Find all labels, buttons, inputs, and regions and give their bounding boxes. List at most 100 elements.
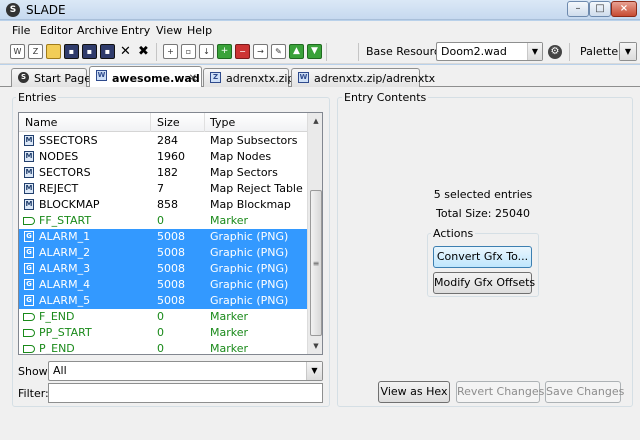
menu-editor[interactable]: Editor [40, 24, 73, 37]
import-files-icon[interactable]: + [217, 44, 232, 59]
new-wad-icon[interactable]: W [10, 44, 25, 59]
entry-row[interactable]: G ALARM_1 5008 Graphic (PNG) [19, 229, 307, 245]
entry-row[interactable]: M SSECTORS 284 Map Subsectors [19, 133, 307, 149]
revert-changes-button[interactable]: Revert Changes [456, 381, 544, 403]
graphic-icon: G [24, 263, 34, 274]
entry-size: 5008 [157, 262, 185, 275]
entries-list[interactable]: Name Size Type M SSECTORS 284 Map Subsector… [18, 112, 323, 355]
close-archive-icon[interactable]: ✕ [118, 44, 133, 59]
total-size-text: Total Size: 25040 [436, 207, 530, 220]
menu-view[interactable]: View [156, 24, 182, 37]
convert-gfx-button[interactable]: Convert Gfx To... [433, 246, 532, 268]
move-down-icon[interactable]: ▼ [307, 44, 322, 59]
maximize-button[interactable]: □ [589, 1, 611, 17]
menu-help[interactable]: Help [187, 24, 212, 37]
minimize-button[interactable]: – [567, 1, 589, 17]
new-entry-icon[interactable]: + [163, 44, 178, 59]
map-lump-icon: M [24, 135, 34, 146]
column-divider[interactable] [204, 113, 205, 132]
slade-logo-icon: S [6, 3, 20, 17]
entry-row[interactable]: G ALARM_5 5008 Graphic (PNG) [19, 293, 307, 309]
gear-icon[interactable]: ⚙ [548, 45, 562, 59]
entry-type: Map Subsectors [210, 134, 298, 147]
entry-size: 0 [157, 310, 164, 323]
entry-row[interactable]: G ALARM_2 5008 Graphic (PNG) [19, 245, 307, 261]
tab-start-page[interactable]: S Start Page [11, 68, 91, 87]
modify-gfx-offsets-button[interactable]: Modify Gfx Offsets [433, 272, 535, 294]
entry-type: Graphic (PNG) [210, 278, 289, 291]
vertical-scrollbar[interactable]: ▲ ≡ ▼ [307, 113, 322, 354]
show-filter-value: All [53, 364, 67, 377]
scrollbar-thumb[interactable]: ≡ [310, 190, 322, 336]
entries-title: Entries [16, 91, 59, 104]
save-changes-button[interactable]: Save Changes [545, 381, 624, 403]
entry-row[interactable]: FF_START 0 Marker [19, 213, 307, 229]
palette-select[interactable]: ▼ [619, 42, 637, 61]
actions-title: Actions [431, 227, 476, 240]
base-resource-select[interactable]: Doom2.wad ▼ [436, 42, 543, 61]
scroll-up-icon[interactable]: ▲ [309, 113, 322, 129]
entry-name: ALARM_1 [39, 230, 91, 243]
entry-type: Marker [210, 310, 249, 323]
new-zip-icon[interactable]: Z [28, 44, 43, 59]
new-directory-icon[interactable]: ▫ [181, 44, 196, 59]
entry-row[interactable]: M SECTORS 182 Map Sectors [19, 165, 307, 181]
entry-name: ALARM_2 [39, 246, 91, 259]
column-size[interactable]: Size [157, 116, 180, 129]
show-filter-select[interactable]: All ▼ [48, 361, 323, 381]
close-button[interactable]: × [611, 1, 637, 17]
tab-label: Start Page [34, 72, 91, 85]
entry-name: ALARM_3 [39, 262, 91, 275]
entry-size: 5008 [157, 230, 185, 243]
delete-entry-icon[interactable]: − [235, 44, 250, 59]
entry-row[interactable]: F_END 0 Marker [19, 309, 307, 325]
rename-entry-icon[interactable]: ✎ [271, 44, 286, 59]
entry-size: 1960 [157, 150, 185, 163]
marker-icon [23, 217, 35, 225]
export-entry-icon[interactable]: → [253, 44, 268, 59]
entry-size: 0 [157, 342, 164, 355]
entry-row[interactable]: M BLOCKMAP 858 Map Blockmap [19, 197, 307, 213]
column-type[interactable]: Type [210, 116, 235, 129]
entry-row[interactable]: M NODES 1960 Map Nodes [19, 149, 307, 165]
graphic-icon: G [24, 295, 34, 306]
scroll-down-icon[interactable]: ▼ [309, 338, 322, 354]
import-entry-icon[interactable]: ↓ [199, 44, 214, 59]
tab-awesome-wad[interactable]: W awesome.wad ✕ [89, 66, 202, 88]
entry-row[interactable]: M REJECT 7 Map Reject Table [19, 181, 307, 197]
move-up-icon[interactable]: ▲ [289, 44, 304, 59]
entry-type: Map Blockmap [210, 198, 291, 211]
filter-input[interactable] [48, 383, 323, 403]
toolbar-separator [326, 43, 327, 61]
tab-adrenxtx-wad[interactable]: W adrenxtx.zip/adrenxtx [291, 68, 435, 87]
entry-size: 5008 [157, 246, 185, 259]
entry-name: FF_START [39, 214, 92, 227]
open-folder-icon[interactable] [46, 44, 61, 59]
entry-size: 0 [157, 214, 164, 227]
entry-row[interactable]: PP_START 0 Marker [19, 325, 307, 341]
tab-label: awesome.wad [112, 72, 200, 85]
column-name[interactable]: Name [25, 116, 57, 129]
chevron-down-icon: ▼ [527, 43, 542, 60]
chevron-down-icon: ▼ [620, 43, 636, 60]
entry-type: Map Sectors [210, 166, 278, 179]
graphic-icon: G [24, 247, 34, 258]
menu-file[interactable]: File [12, 24, 30, 37]
view-as-hex-button[interactable]: View as Hex [378, 381, 450, 403]
entry-row[interactable]: G ALARM_3 5008 Graphic (PNG) [19, 261, 307, 277]
entry-size: 5008 [157, 294, 185, 307]
menu-archive[interactable]: Archive [77, 24, 118, 37]
close-all-icon[interactable]: ✖ [136, 44, 151, 59]
close-tab-icon[interactable]: ✕ [189, 70, 197, 87]
map-lump-icon: M [24, 167, 34, 178]
column-divider[interactable] [150, 113, 151, 132]
save-as-icon[interactable]: ▪ [82, 44, 97, 59]
save-all-icon[interactable]: ▪ [100, 44, 115, 59]
entry-row[interactable]: G ALARM_4 5008 Graphic (PNG) [19, 277, 307, 293]
toolbar-separator [569, 43, 570, 61]
save-icon[interactable]: ▪ [64, 44, 79, 59]
tab-adrenxtx-zip[interactable]: Z adrenxtx.zip [203, 68, 294, 87]
entry-row[interactable]: P_END 0 Marker [19, 341, 307, 355]
entry-name: PP_START [39, 326, 92, 339]
menu-entry[interactable]: Entry [121, 24, 150, 37]
